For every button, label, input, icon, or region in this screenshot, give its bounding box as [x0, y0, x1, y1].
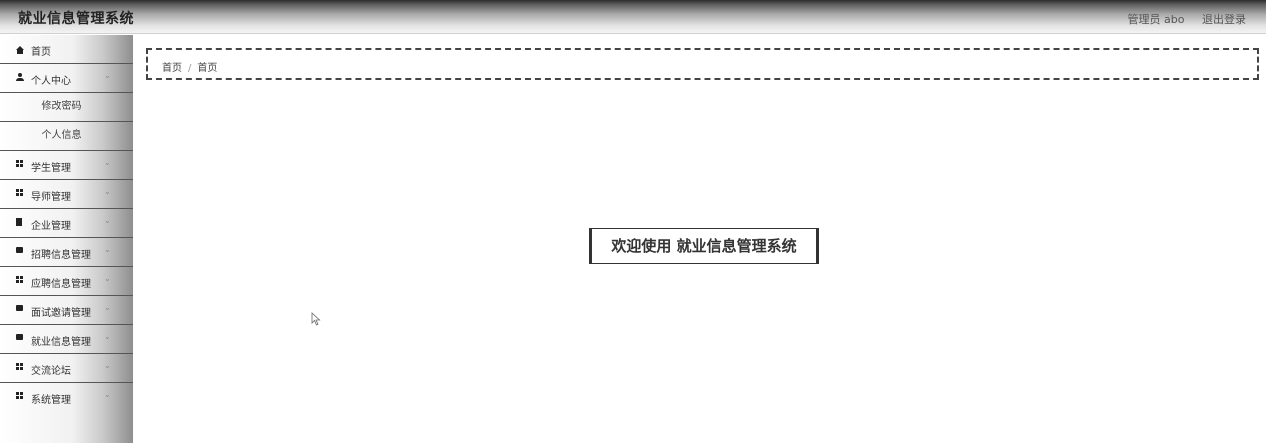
- sidebar-item-interview-management[interactable]: 面试邀请管理 ⌄: [0, 296, 133, 325]
- chevron-down-icon: ⌄: [104, 187, 111, 196]
- breadcrumb: 首页 / 首页: [146, 48, 1259, 80]
- sidebar-item-application-management[interactable]: 应聘信息管理 ⌄: [0, 267, 133, 296]
- user-icon: [16, 73, 24, 81]
- chevron-down-icon: ⌄: [104, 390, 111, 399]
- logout-link[interactable]: 退出登录: [1202, 13, 1246, 26]
- chevron-down-icon: ⌄: [104, 245, 111, 254]
- sidebar-item-label: 面试邀请管理: [31, 308, 91, 319]
- doc-icon: [16, 218, 24, 226]
- chevron-down-icon: ⌄: [104, 274, 111, 283]
- sidebar-subitem-change-password[interactable]: 修改密码: [0, 93, 133, 122]
- sidebar-nav: 首页 个人中心 ⌄ 修改密码 个人信息 学生管理 ⌄ 导师管理 ⌄ 企业管理 ⌄…: [0, 35, 133, 443]
- breadcrumb-current: 首页: [197, 63, 218, 74]
- chevron-down-icon: ⌄: [104, 71, 111, 80]
- sidebar-item-label: 个人中心: [31, 76, 71, 87]
- sidebar-item-label: 交流论坛: [31, 366, 71, 377]
- message-icon: [16, 334, 24, 342]
- message-icon: [16, 247, 24, 255]
- chevron-down-icon: ⌄: [104, 216, 111, 225]
- sidebar-item-system-management[interactable]: 系统管理 ⌄: [0, 383, 133, 412]
- chevron-down-icon: ⌄: [104, 332, 111, 341]
- message-icon: [16, 305, 24, 313]
- breadcrumb-separator: /: [188, 63, 192, 74]
- sidebar-item-recruitment-management[interactable]: 招聘信息管理 ⌄: [0, 238, 133, 267]
- sidebar-item-student-management[interactable]: 学生管理 ⌄: [0, 151, 133, 180]
- sidebar-item-forum[interactable]: 交流论坛 ⌄: [0, 354, 133, 383]
- sidebar-item-employment-management[interactable]: 就业信息管理 ⌄: [0, 325, 133, 354]
- sidebar-item-label: 系统管理: [31, 395, 71, 406]
- grid-icon: [16, 276, 24, 284]
- chevron-down-icon: ⌄: [104, 361, 111, 370]
- header-user-area: 管理员 abo 退出登录: [1114, 11, 1246, 27]
- sidebar-item-label: 首页: [31, 47, 51, 58]
- sidebar-item-personal-center[interactable]: 个人中心 ⌄: [0, 64, 133, 93]
- sidebar-item-company-management[interactable]: 企业管理 ⌄: [0, 209, 133, 238]
- chevron-down-icon: ⌄: [104, 158, 111, 167]
- app-title: 就业信息管理系统: [18, 11, 134, 27]
- sidebar-item-home[interactable]: 首页: [0, 35, 133, 64]
- home-icon: [16, 44, 24, 54]
- grid-icon: [16, 189, 24, 197]
- grid-icon: [16, 363, 24, 371]
- grid-icon: [16, 392, 24, 400]
- sidebar-item-label: 招聘信息管理: [31, 250, 91, 261]
- breadcrumb-home-link[interactable]: 首页: [162, 63, 182, 74]
- top-header-bar: 就业信息管理系统 管理员 abo 退出登录: [0, 0, 1266, 34]
- sidebar-item-label: 企业管理: [31, 221, 71, 232]
- chevron-down-icon: ⌄: [104, 303, 111, 312]
- sidebar-item-label: 应聘信息管理: [31, 279, 91, 290]
- sidebar-item-label: 导师管理: [31, 192, 71, 203]
- welcome-banner: 欢迎使用 就业信息管理系统: [589, 228, 819, 264]
- sidebar-item-label: 就业信息管理: [31, 337, 91, 348]
- current-user-label: 管理员 abo: [1127, 13, 1185, 26]
- grid-icon: [16, 160, 24, 168]
- sidebar-item-label: 学生管理: [31, 163, 71, 174]
- sidebar-item-mentor-management[interactable]: 导师管理 ⌄: [0, 180, 133, 209]
- sidebar-subitem-personal-info[interactable]: 个人信息: [0, 122, 133, 151]
